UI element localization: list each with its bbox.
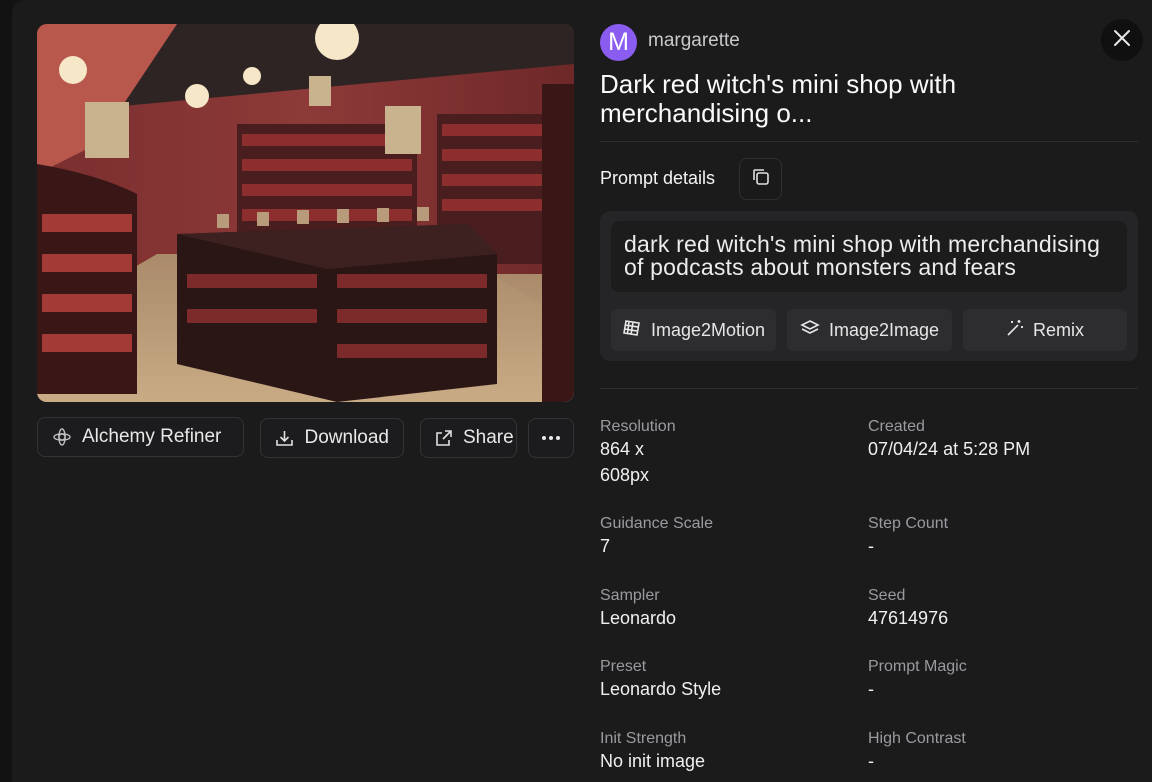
step-count-label: Step Count [868,515,949,532]
image-title: Dark red witch's mini shop with merchand… [600,69,957,128]
alchemy-refiner-label: Alchemy Refiner [82,426,222,447]
share-icon [435,428,453,448]
prompt-magic-value: - [868,679,874,699]
share-button[interactable]: Share [420,418,517,458]
prompt-details-label: Prompt details [600,168,716,188]
generated-image[interactable] [37,24,574,402]
seed-value: 47614976 [868,608,949,628]
seed-label: Seed [868,587,906,604]
remix-label: Remix [1032,319,1084,340]
prompt-text: dark red witch's mini shop with merchand… [611,221,1127,292]
guidance-scale-value: 7 [600,536,611,556]
step-count-value: - [868,536,874,556]
alchemy-icon [52,427,72,447]
backdrop-edge [0,0,12,782]
image2image-button[interactable]: Image2Image [787,309,952,351]
sampler-label: Sampler [600,587,660,604]
prompt-magic-label: Prompt Magic [868,658,967,675]
image2motion-button[interactable]: Image2Motion [611,309,776,351]
image2motion-label: Image2Motion [650,319,766,340]
avatar[interactable]: M [600,24,637,61]
created-value: 07/04/24 at 5:28 PM [868,439,1031,459]
remix-button[interactable]: Remix [963,309,1127,351]
close-icon [1113,29,1131,52]
high-contrast-value: - [868,751,874,771]
divider [600,388,1138,389]
init-strength-value: No init image [600,751,706,771]
copy-prompt-button[interactable] [739,158,782,200]
init-strength-label: Init Strength [600,730,687,747]
download-label: Download [304,427,390,448]
high-contrast-label: High Contrast [868,730,966,747]
username[interactable]: margarette [648,30,740,52]
motion-icon [622,318,642,343]
guidance-scale-label: Guidance Scale [600,515,713,532]
download-icon [275,428,295,448]
more-options-button[interactable] [528,418,574,458]
share-label: Share [463,427,514,448]
preset-label: Preset [600,658,647,675]
preset-value: Leonardo Style [600,679,722,699]
remix-wand-icon [1006,319,1024,342]
download-button[interactable]: Download [260,418,404,458]
alchemy-refiner-button[interactable]: Alchemy Refiner [37,417,244,457]
resolution-value-line1: 864 x [600,439,645,459]
more-icon [541,428,561,448]
image2image-label: Image2Image [828,319,940,340]
resolution-value-line2: 608px [600,465,650,485]
resolution-label: Resolution [600,418,676,435]
created-label: Created [868,418,925,435]
divider [600,141,1138,142]
sampler-value: Leonardo [600,608,677,628]
layers-icon [800,319,820,342]
close-button[interactable] [1101,19,1143,61]
copy-icon [751,167,771,192]
